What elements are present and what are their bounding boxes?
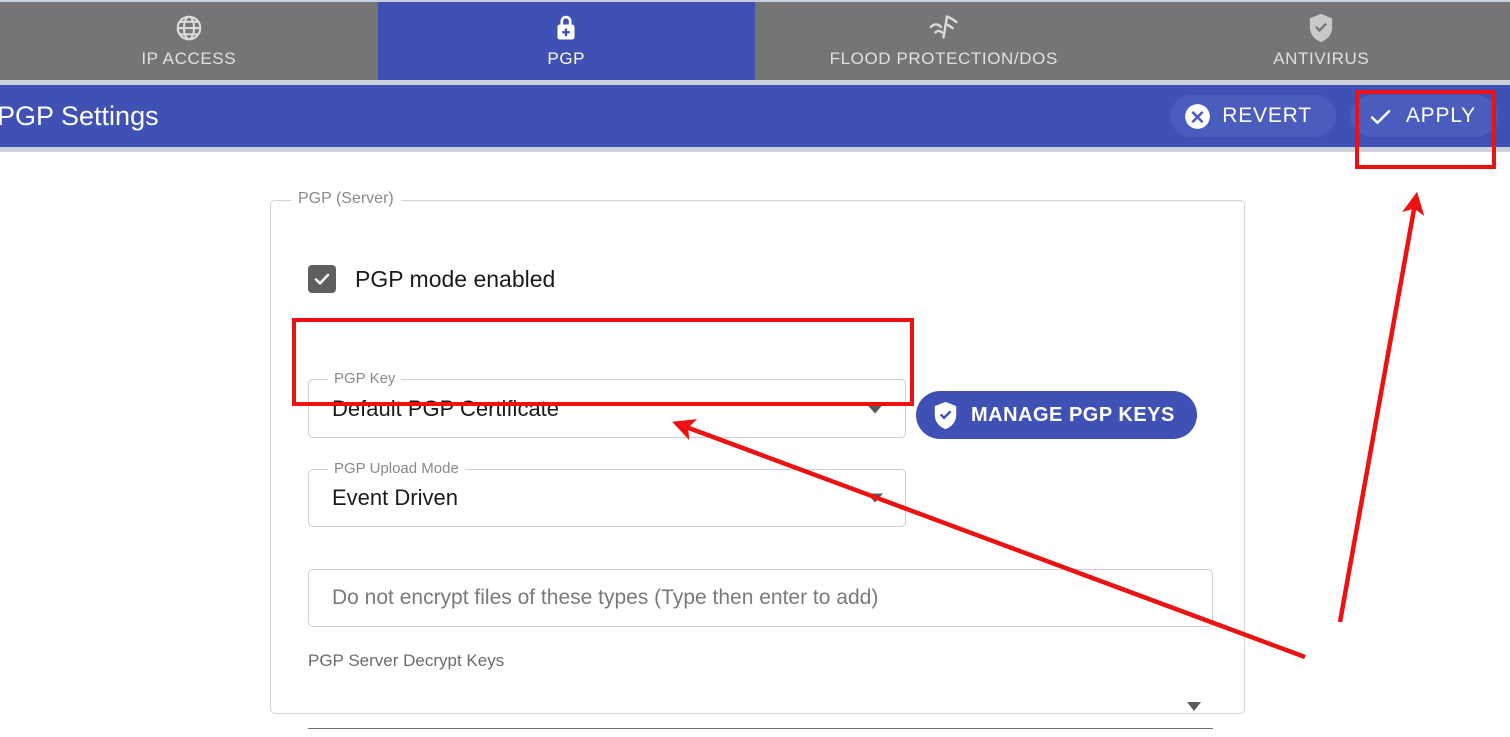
pgp-server-decrypt-keys-select[interactable]: PGP Server Decrypt Keys — [308, 651, 1213, 729]
tab-label: PGP — [547, 49, 585, 69]
pgp-server-decrypt-keys-control[interactable] — [308, 696, 1213, 729]
tab-label: FLOOD PROTECTION/DOS — [830, 49, 1058, 69]
pgp-upload-mode-value: Event Driven — [332, 485, 458, 511]
lock-plus-icon — [552, 13, 580, 43]
exclude-file-types-input[interactable]: Do not encrypt files of these types (Typ… — [308, 569, 1213, 627]
close-circle-icon — [1184, 103, 1211, 130]
tab-flood-protection-dos[interactable]: FLOOD PROTECTION/DOS — [755, 2, 1133, 80]
tab-pgp[interactable]: PGP — [378, 2, 756, 80]
pgp-upload-mode-label: PGP Upload Mode — [328, 460, 465, 477]
chevron-down-icon — [867, 494, 883, 503]
pgp-server-panel: PGP (Server) PGP mode enabled PGP Key De… — [270, 200, 1245, 714]
pgp-key-select[interactable]: PGP Key Default PGP Certificate — [308, 379, 906, 438]
tab-label: IP ACCESS — [141, 49, 236, 69]
tab-label: ANTIVIRUS — [1273, 49, 1369, 69]
pgp-mode-enabled-checkbox[interactable]: PGP mode enabled — [308, 265, 555, 293]
manage-pgp-keys-button[interactable]: MANAGE PGP KEYS — [916, 391, 1197, 439]
pgp-mode-enabled-label: PGP mode enabled — [355, 266, 555, 293]
page-header: PGP Settings REVERT APPLY — [0, 85, 1510, 147]
globe-icon — [174, 13, 204, 43]
pgp-upload-mode-select[interactable]: PGP Upload Mode Event Driven — [308, 469, 906, 527]
manage-pgp-keys-label: MANAGE PGP KEYS — [971, 404, 1175, 427]
shield-check-icon — [1308, 13, 1334, 43]
revert-button[interactable]: REVERT — [1170, 95, 1336, 137]
tab-ip-access[interactable]: IP ACCESS — [0, 2, 378, 80]
pgp-key-value: Default PGP Certificate — [332, 396, 559, 422]
shield-check-icon — [932, 401, 959, 430]
apply-button-label: APPLY — [1406, 104, 1476, 128]
flood-protection-icon — [927, 13, 961, 43]
checkmark-icon — [308, 265, 336, 293]
apply-button[interactable]: APPLY — [1350, 95, 1498, 137]
chevron-down-icon — [867, 404, 883, 413]
content-area: PGP (Server) PGP mode enabled PGP Key De… — [0, 152, 1510, 737]
check-icon — [1366, 103, 1395, 130]
tab-antivirus[interactable]: ANTIVIRUS — [1133, 2, 1510, 80]
panel-legend: PGP (Server) — [291, 190, 401, 208]
header-actions: REVERT APPLY — [1170, 95, 1498, 137]
tab-bar: IP ACCESS PGP FLOOD PROTECTION/DOS — [0, 0, 1510, 80]
revert-button-label: REVERT — [1222, 104, 1312, 128]
page-title: PGP Settings — [0, 101, 159, 132]
chevron-down-icon — [1187, 702, 1201, 711]
exclude-file-types-placeholder: Do not encrypt files of these types (Typ… — [332, 586, 878, 610]
pgp-server-decrypt-keys-label: PGP Server Decrypt Keys — [308, 651, 1213, 671]
pgp-key-label: PGP Key — [328, 370, 401, 387]
